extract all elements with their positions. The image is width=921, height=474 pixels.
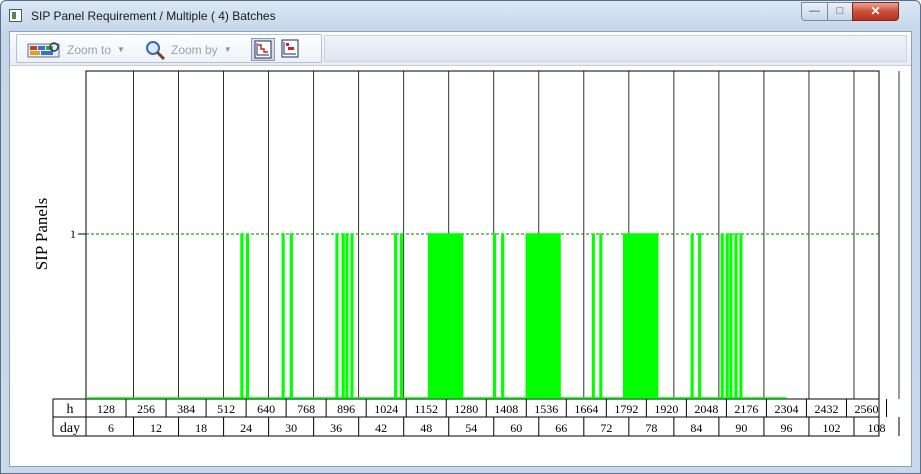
h-tick-label: 128 xyxy=(97,402,115,416)
h-tick-label: 2432 xyxy=(814,402,838,416)
day-tick-label: 18 xyxy=(195,421,207,435)
h-tick-label: 768 xyxy=(297,402,315,416)
day-tick-label: 90 xyxy=(735,421,747,435)
day-tick-label: 72 xyxy=(600,421,612,435)
day-tick-label: 24 xyxy=(240,421,252,435)
h-tick-label: 2304 xyxy=(774,402,798,416)
client-area: Zoom to ▼ Zoom by ▼ 1 SIP Panels h day 1… xyxy=(9,31,912,467)
bar-chart-icon xyxy=(281,39,299,58)
day-tick-label: 78 xyxy=(645,421,657,435)
h-tick-label: 1280 xyxy=(454,402,478,416)
step-chart-icon xyxy=(254,40,272,59)
day-tick-label: 60 xyxy=(510,421,522,435)
bar-chart-button[interactable] xyxy=(279,38,303,61)
h-tick-label: 2176 xyxy=(734,402,758,416)
day-tick-label: 84 xyxy=(690,421,702,435)
zoom-by-dropdown-icon[interactable]: ▼ xyxy=(224,45,232,54)
h-tick-label: 2560 xyxy=(854,402,878,416)
h-tick-label: 640 xyxy=(257,402,275,416)
window-title: SIP Panel Requirement / Multiple ( 4) Ba… xyxy=(31,9,276,23)
toolbar: Zoom to ▼ Zoom by ▼ xyxy=(10,32,911,66)
chart-frame xyxy=(85,70,880,437)
app-window: SIP Panel Requirement / Multiple ( 4) Ba… xyxy=(0,0,921,474)
h-tick-label: 512 xyxy=(217,402,235,416)
h-tick-label: 896 xyxy=(337,402,355,416)
day-tick-label: 36 xyxy=(330,421,342,435)
day-tick-label: 30 xyxy=(285,421,297,435)
h-tick-label: 1920 xyxy=(654,402,678,416)
zoom-to-dropdown-icon[interactable]: ▼ xyxy=(117,45,125,54)
magnifier-icon xyxy=(144,40,166,60)
day-tick-label: 54 xyxy=(465,421,477,435)
zoom-by-label: Zoom by xyxy=(171,42,218,57)
zoom-to-label: Zoom to xyxy=(67,42,112,57)
zoom-to-icon xyxy=(27,41,61,59)
day-tick-label: 66 xyxy=(555,421,567,435)
h-tick-label: 1408 xyxy=(494,402,518,416)
zoom-to-button[interactable]: Zoom to ▼ xyxy=(27,39,125,60)
day-tick-label: 6 xyxy=(108,421,114,435)
h-tick-label: 256 xyxy=(137,402,155,416)
h-axis-label: h xyxy=(67,402,74,417)
day-tick-label: 108 xyxy=(867,421,885,435)
h-tick-label: 1792 xyxy=(614,402,638,416)
h-tick-label: 1152 xyxy=(414,402,438,416)
day-tick-label: 102 xyxy=(822,421,840,435)
toolbar-empty-area xyxy=(324,35,907,62)
h-tick-label: 384 xyxy=(177,402,195,416)
app-icon xyxy=(9,9,22,22)
day-tick-label: 48 xyxy=(420,421,432,435)
step-chart-button[interactable] xyxy=(251,38,275,61)
day-tick-label: 42 xyxy=(375,421,387,435)
sip-panel-chart: 1 SIP Panels h day 128 256 384 512 640 768 896… xyxy=(32,70,900,437)
minimize-button[interactable]: — xyxy=(801,2,828,21)
chart-area: 1 SIP Panels h day 128 256 384 512 640 768 896… xyxy=(10,66,911,466)
h-tick-label: 2048 xyxy=(694,402,718,416)
close-button[interactable]: ✕ xyxy=(852,2,899,21)
day-tick-label: 12 xyxy=(150,421,162,435)
title-bar[interactable]: SIP Panel Requirement / Multiple ( 4) Ba… xyxy=(1,1,920,31)
day-tick-label: 96 xyxy=(780,421,792,435)
h-tick-label: 1664 xyxy=(574,402,598,416)
toolbar-button-group: Zoom to ▼ Zoom by ▼ xyxy=(16,34,322,63)
h-tick-label: 1024 xyxy=(374,402,398,416)
zoom-by-button[interactable]: Zoom by ▼ xyxy=(144,39,232,60)
y-axis-label: SIP Panels xyxy=(32,198,51,271)
h-tick-label: 1536 xyxy=(534,402,558,416)
maximize-button[interactable]: □ xyxy=(827,2,853,21)
y-tick-label-1: 1 xyxy=(70,227,76,241)
day-axis-label: day xyxy=(60,421,80,436)
